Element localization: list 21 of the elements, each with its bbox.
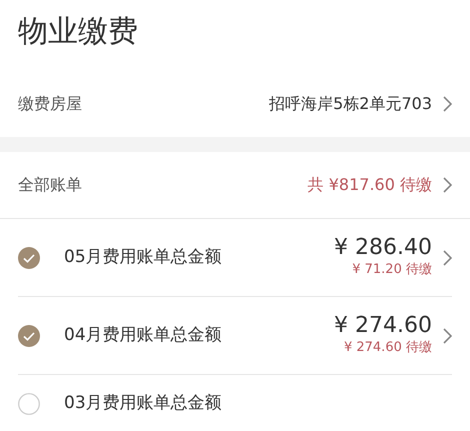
page-title: 物业缴费: [17, 13, 139, 51]
bill-amount: ¥ 286.40: [334, 236, 432, 260]
bill-label: 04月费用账单总金额: [64, 324, 223, 347]
bill-due: ¥ 71.20 待缴: [352, 260, 432, 279]
chevron-right-icon: [442, 96, 452, 112]
checkbox[interactable]: [18, 324, 40, 346]
checkbox[interactable]: [18, 393, 40, 415]
total-due: 共 ¥817.60 待缴: [308, 174, 432, 196]
checkbox[interactable]: [18, 246, 40, 268]
house-row[interactable]: 缴费房屋 招呼海岸5栋2单元703: [0, 70, 470, 137]
chevron-right-icon: [442, 177, 452, 193]
house-label: 缴费房屋: [18, 92, 82, 114]
bill-label: 03月费用账单总金额: [64, 392, 223, 416]
chevron-right-icon: [442, 328, 452, 344]
bill-due: ¥ 274.60 待缴: [344, 338, 432, 357]
summary-label: 全部账单: [18, 174, 82, 196]
house-value: 招呼海岸5栋2单元703: [269, 92, 432, 114]
bills-summary-row[interactable]: 全部账单 共 ¥817.60 待缴: [0, 152, 470, 219]
bill-label: 05月费用账单总金额: [64, 246, 223, 269]
bill-amount: ¥ 274.60: [334, 314, 432, 338]
chevron-right-icon: [442, 250, 452, 266]
